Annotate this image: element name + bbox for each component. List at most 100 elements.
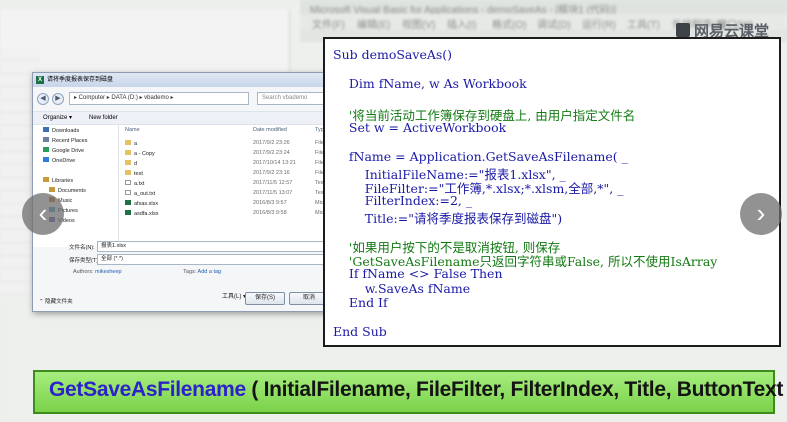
background-menu-item: 编辑(E) [357, 20, 391, 31]
background-menu-item: 插入(I) [447, 20, 477, 31]
code-line: Title:="请将季度报表保存到磁盘") [333, 210, 563, 226]
address-bar-row: ◀ ▶ ▸ Computer ▸ DATA (D:) ▸ vbademo ▸ S… [33, 91, 345, 107]
code-line: fName = Application.GetSaveAsFilename( _ [333, 149, 628, 165]
folder-icon [125, 140, 131, 145]
hide-folders-label: 隐藏文件夹 [45, 299, 73, 305]
nav-item[interactable]: Downloads [43, 127, 79, 134]
file-name: a - Copy [125, 150, 155, 157]
nav-item-label: Libraries [52, 178, 74, 184]
file-date: 2017/9/2 23:16 [253, 170, 290, 176]
tags-label: Tags: [183, 269, 197, 275]
code-line: w.SaveAs fName [333, 280, 471, 296]
next-slide-button[interactable]: › [740, 193, 782, 235]
code-line: FilterIndex:=2, _ [333, 193, 473, 208]
file-row[interactable]: asdfa.xlsx2016/8/3 9:58Micros [121, 209, 345, 219]
nav-item-label: OneDrive [52, 158, 76, 164]
file-name-text: a - Copy [134, 151, 155, 157]
file-list: Name Date modified Type a 2017/9/2 23:26 F… [121, 125, 345, 247]
nav-item-label: Downloads [52, 128, 80, 134]
file-name: a [125, 140, 137, 147]
file-row[interactable]: a_out.txt2017/11/5 13:07Text D [121, 189, 345, 199]
nav-item[interactable]: Documents [49, 187, 86, 194]
vba-code-box: Sub demoSaveAs() Dim fName, w As Workboo… [323, 37, 781, 347]
background-menu-item: 运行(R) [582, 20, 616, 31]
nav-item-icon [43, 137, 49, 142]
filename-row: 文件名(N): 报表1.xlsx [33, 241, 345, 253]
nav-item-label: Recent Places [52, 138, 88, 144]
background-menu-item: 文件(F) [312, 20, 345, 31]
file-name-text: a_out.txt [134, 191, 156, 197]
function-signature-banner: GetSaveAsFilename ( InitialFilename, Fil… [33, 370, 787, 414]
file-date: 2017/10/14 13:21 [253, 160, 296, 166]
filetype-row: 保存类型(T): 全部 (*.*) [33, 254, 345, 266]
file-name: afsas.xlsx [125, 200, 158, 207]
tools-button[interactable]: 工具(L) ▾ [221, 292, 247, 305]
nav-item-icon [43, 157, 49, 162]
file-name: asdfa.xlsx [125, 210, 158, 217]
file-date: 2017/11/5 13:07 [253, 190, 293, 196]
nav-item-icon [43, 177, 49, 182]
filetype-label: 保存类型(T): [69, 258, 100, 264]
file-row[interactable]: d2017/10/14 13:21File fol [121, 159, 345, 169]
text-file-icon [125, 180, 131, 185]
nav-item-icon [49, 187, 55, 192]
folder-icon [125, 170, 131, 175]
code-line: End If [333, 295, 388, 311]
nav-item-label: Google Drive [52, 148, 85, 154]
code-line: If fName <> False Then [333, 266, 503, 281]
background-menu-item: 工具(T) [627, 20, 660, 31]
text-file-icon [125, 190, 131, 195]
nav-item[interactable]: Google Drive [43, 147, 84, 154]
file-name: d [125, 160, 137, 167]
new-folder-button[interactable]: New folder [89, 112, 118, 125]
file-row[interactable]: a2017/9/2 23:26File fol [121, 139, 345, 149]
dialog-titlebar: X 请将季度报表保存到磁盘 ✕ [33, 73, 345, 87]
folder-icon [125, 160, 131, 165]
file-date: 2017/9/2 23:26 [253, 140, 290, 146]
file-name-text: asdfa.xlsx [134, 211, 159, 217]
filename-label: 文件名(N): [69, 245, 95, 251]
filetype-select[interactable]: 全部 (*.*) [97, 254, 337, 265]
code-line: End Sub [333, 324, 387, 340]
file-name: a.txt [125, 180, 144, 187]
file-date: 2016/8/3 9:57 [253, 200, 287, 206]
file-metadata: Authors: mikesheep Tags: Add a tag [73, 269, 221, 275]
file-name-text: a [134, 141, 138, 147]
excel-app-icon: X [36, 76, 44, 84]
file-name-text: afsas.xlsx [134, 201, 159, 207]
background-menu-item: 格式(O) [492, 20, 527, 31]
address-bar[interactable]: ▸ Computer ▸ DATA (D:) ▸ vbademo ▸ [69, 92, 249, 105]
nav-item-icon [43, 147, 49, 152]
background-menu-item: 调试(D) [537, 20, 571, 31]
hide-folders-toggle[interactable]: ⌃ 隐藏文件夹 [39, 297, 73, 305]
filename-input[interactable]: 报表1.xlsx [97, 241, 337, 252]
tags-value[interactable]: Add a tag [198, 269, 222, 275]
save-as-dialog: X 请将季度报表保存到磁盘 ✕ ◀ ▶ ▸ Computer ▸ DATA (D… [32, 72, 346, 312]
prev-slide-button[interactable]: ‹ [22, 193, 64, 235]
banner-function-args: ( InitialFilename, FileFilter, FilterInd… [245, 378, 787, 401]
nav-item[interactable]: OneDrive [43, 157, 75, 164]
code-line: Set w = ActiveWorkbook [333, 120, 507, 135]
file-row[interactable]: a - Copy2017/9/2 23:24File fol [121, 149, 345, 159]
file-name: a_out.txt [125, 190, 155, 197]
background-menu-item: 视图(V) [402, 20, 436, 31]
forward-button[interactable]: ▶ [52, 93, 64, 105]
column-header-name[interactable]: Name [125, 127, 140, 133]
nav-item[interactable]: Recent Places [43, 137, 87, 144]
dialog-toolbar: Organize ▾ New folder [33, 111, 345, 125]
dialog-body: Downloads Recent Places Google Drive OneDri… [33, 125, 345, 247]
file-date: 2016/8/3 9:58 [253, 210, 287, 216]
file-row[interactable]: test2017/9/2 23:16File fol [121, 169, 345, 179]
file-row[interactable]: a.txt2017/11/5 12:57Text D [121, 179, 345, 189]
authors-value[interactable]: mikesheep [95, 269, 122, 275]
nav-item[interactable]: Libraries [43, 177, 73, 184]
save-button[interactable]: 保存(S) [245, 292, 285, 305]
organize-button[interactable]: Organize ▾ [43, 112, 72, 125]
folder-icon [125, 150, 131, 155]
file-name-text: a.txt [134, 181, 145, 187]
file-name-text: test [134, 171, 143, 177]
code-line: Dim fName, w As Workbook [333, 76, 527, 92]
file-row[interactable]: afsas.xlsx2016/8/3 9:57Micros [121, 199, 345, 209]
column-header-date[interactable]: Date modified [253, 127, 287, 133]
back-button[interactable]: ◀ [37, 93, 49, 105]
